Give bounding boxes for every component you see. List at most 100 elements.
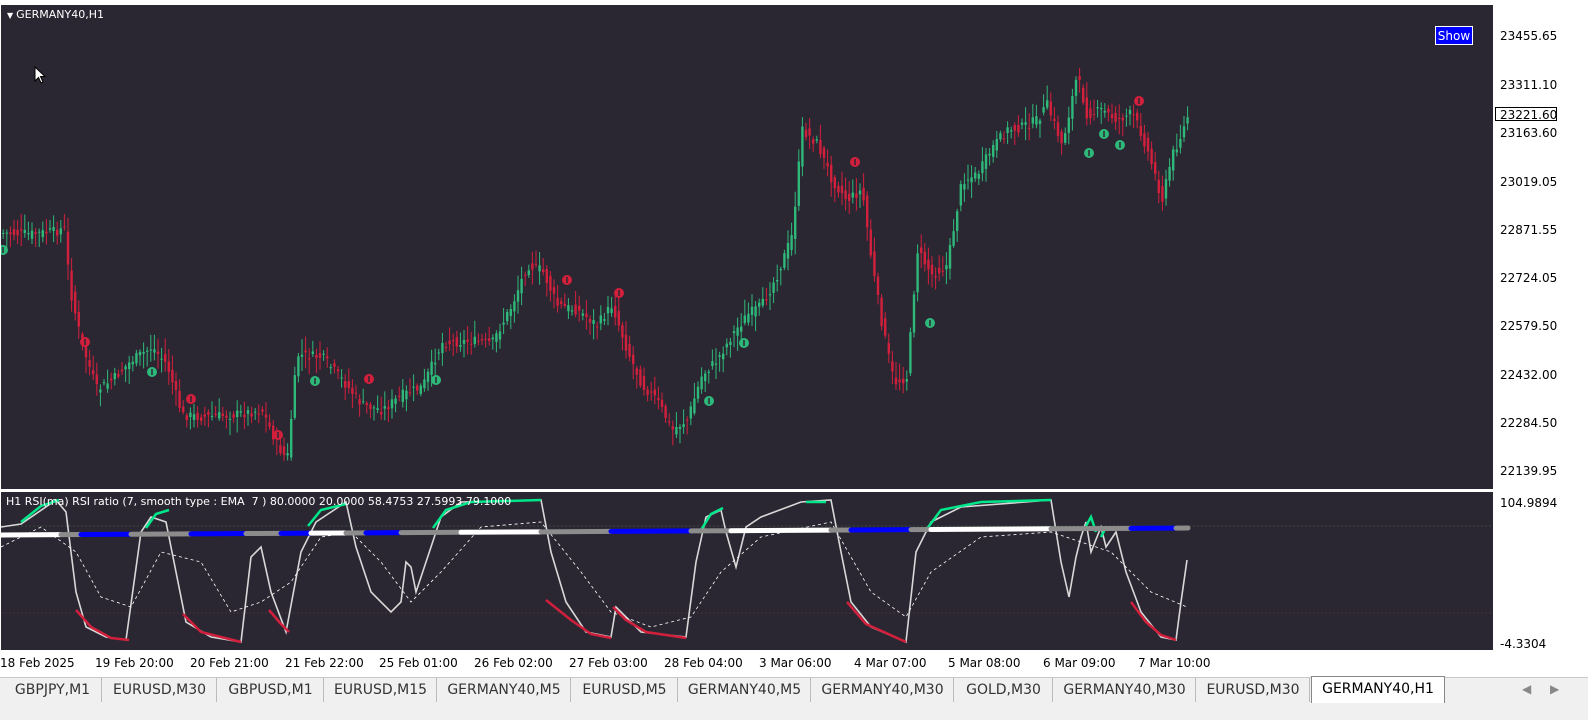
candle-body: [391, 399, 393, 408]
candle-body: [182, 407, 184, 412]
candle-body: [132, 362, 134, 365]
candle-body: [304, 350, 306, 352]
candle-body: [207, 412, 209, 415]
candle-body: [733, 331, 735, 333]
candle-body: [841, 186, 843, 193]
candle-body: [999, 133, 1001, 139]
candle-body: [1021, 123, 1023, 125]
triangle-right-icon[interactable]: ▶: [1550, 682, 1559, 696]
indicator-pane[interactable]: H1 RSI(ma) RSI ratio (7, smooth type : E…: [1, 492, 1493, 650]
candle-body: [445, 347, 447, 348]
chart-tab[interactable]: GOLD,M30: [955, 678, 1053, 702]
candle-body: [985, 154, 987, 169]
price-axis-label: 23311.10: [1500, 78, 1557, 92]
candle-body: [240, 411, 242, 412]
chart-tab[interactable]: GERMANY40,M5: [679, 678, 811, 702]
symbol-title[interactable]: ▼GERMANY40,H1: [7, 8, 104, 21]
candle-body: [1122, 118, 1124, 121]
candle-body: [1075, 80, 1077, 96]
candle-body: [1035, 116, 1037, 125]
candle-body: [765, 299, 767, 300]
candle-body: [513, 301, 515, 311]
candlestick-chart: [1, 5, 1493, 489]
candle-body: [945, 265, 947, 269]
candle-body: [70, 271, 72, 301]
time-axis-label: 20 Feb 21:00: [190, 656, 269, 670]
candle-body: [308, 358, 310, 359]
chart-tab[interactable]: GBPUSD,M1: [218, 678, 324, 702]
candle-body: [546, 269, 548, 283]
candle-body: [1010, 130, 1012, 131]
candle-body: [452, 340, 454, 341]
candle-body: [416, 386, 418, 391]
candle-body: [819, 140, 821, 154]
chart-tab[interactable]: GERMANY40,M30: [812, 678, 954, 702]
candle-body: [1140, 126, 1142, 136]
time-axis-label: 19 Feb 20:00: [95, 656, 174, 670]
candle-body: [380, 412, 382, 415]
time-axis-label: 26 Feb 02:00: [474, 656, 553, 670]
candle-body: [286, 453, 288, 455]
price-chart-pane[interactable]: ▼GERMANY40,H1 Show: [1, 5, 1493, 489]
candle-body: [578, 306, 580, 311]
candle-body: [927, 260, 929, 270]
chart-tab[interactable]: GERMANY40,H1: [1311, 676, 1445, 703]
candle-body: [229, 419, 231, 420]
candle-body: [664, 406, 666, 418]
candle-body: [859, 191, 861, 195]
candle-body: [582, 313, 584, 315]
chart-window[interactable]: ▼GERMANY40,H1 Show H1 RSI(ma) RSI ratio …: [0, 0, 1588, 675]
dropdown-triangle-icon[interactable]: ▼: [7, 11, 13, 20]
candle-body: [1100, 108, 1102, 109]
candle-body: [956, 211, 958, 231]
chart-tab[interactable]: GERMANY40,M30: [1054, 678, 1196, 702]
candle-body: [135, 353, 137, 363]
candle-body: [171, 370, 173, 383]
candle-body: [6, 233, 8, 234]
show-button[interactable]: Show: [1435, 26, 1473, 45]
candle-body: [531, 263, 533, 269]
candle-body: [315, 355, 317, 358]
candle-body: [236, 411, 238, 417]
candle-body: [124, 366, 126, 369]
candle-body: [776, 280, 778, 282]
price-axis[interactable]: [1494, 0, 1588, 675]
price-axis-label: 23455.65: [1500, 29, 1557, 43]
candle-body: [553, 287, 555, 293]
candle-body: [1057, 122, 1059, 136]
symbol-title-text: GERMANY40,H1: [16, 8, 104, 21]
sell-signal-icon: [850, 157, 860, 167]
candle-body: [470, 344, 472, 345]
candle-body: [409, 392, 411, 393]
candle-body: [297, 356, 299, 376]
chart-tab[interactable]: GBPJPY,M1: [4, 678, 102, 702]
candle-body: [225, 416, 227, 418]
candle-body: [639, 369, 641, 385]
candle-body: [736, 328, 738, 336]
chart-tab[interactable]: EURUSD,M15: [325, 678, 437, 702]
candle-body: [150, 350, 152, 351]
candle-body: [1183, 126, 1185, 137]
candle-body: [1028, 128, 1030, 129]
candle-body: [571, 310, 573, 311]
chart-tab[interactable]: EURUSD,M30: [103, 678, 217, 702]
candle-body: [625, 335, 627, 351]
candle-body: [711, 361, 713, 366]
candle-body: [420, 386, 422, 394]
candle-body: [996, 139, 998, 150]
candle-body: [405, 391, 407, 400]
candle-body: [13, 229, 15, 235]
candle-body: [448, 341, 450, 345]
candle-body: [322, 354, 324, 355]
chart-tab[interactable]: EURUSD,M30: [1197, 678, 1310, 702]
triangle-left-icon[interactable]: ◀: [1522, 682, 1531, 696]
candle-body: [146, 351, 148, 352]
candle-body: [466, 340, 468, 342]
time-axis-label: 3 Mar 06:00: [759, 656, 832, 670]
chart-tab[interactable]: GERMANY40,M5: [438, 678, 571, 702]
chart-tab[interactable]: EURUSD,M5: [572, 678, 678, 702]
candle-body: [704, 373, 706, 381]
candle-body: [754, 306, 756, 316]
time-axis-label: 5 Mar 08:00: [948, 656, 1021, 670]
candle-body: [247, 410, 249, 414]
